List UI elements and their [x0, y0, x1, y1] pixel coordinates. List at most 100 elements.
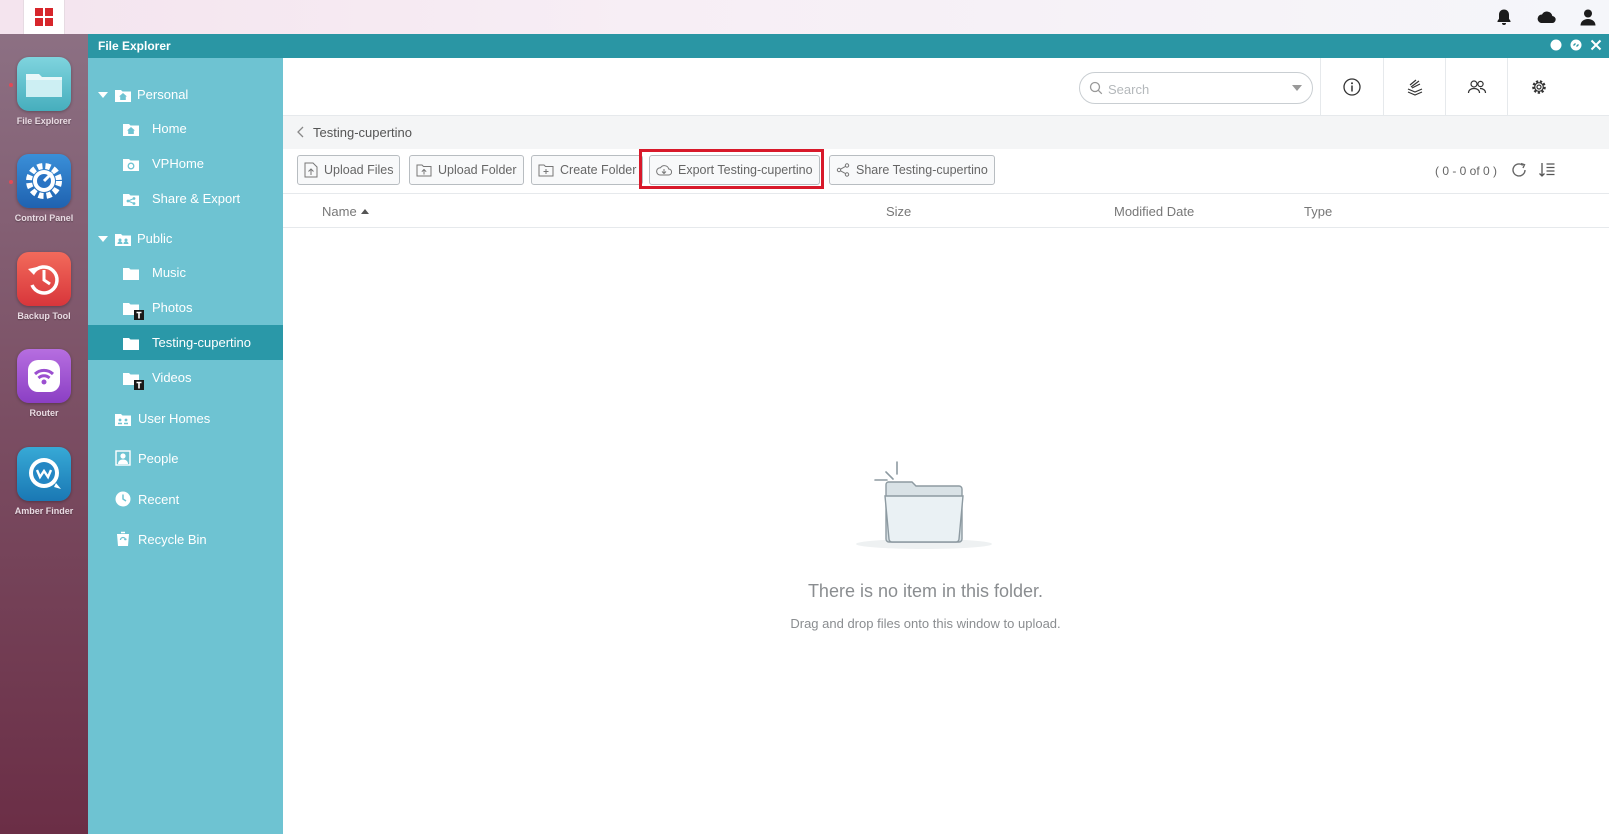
action-toolbar: Upload Files Upload Folder Create Folder… [283, 149, 1609, 194]
caret-down-icon[interactable] [98, 92, 108, 98]
dock-label: Router [29, 408, 59, 418]
sidebar-item-share-export[interactable]: Share & Export [88, 181, 283, 216]
dock-label: Amber Finder [14, 506, 74, 516]
caret-down-icon[interactable] [98, 236, 108, 242]
chevron-down-icon[interactable] [1292, 85, 1302, 91]
window-title: File Explorer [98, 39, 171, 53]
settings-button[interactable] [1507, 58, 1569, 116]
info-icon [1342, 78, 1361, 96]
sort-list-icon [1539, 163, 1555, 177]
tree-label: Personal [137, 87, 189, 102]
tree-label: Testing-cupertino [152, 335, 251, 350]
vp-folder-icon [123, 159, 139, 171]
shared-users-button[interactable] [1445, 58, 1507, 116]
refresh-button[interactable] [1509, 160, 1529, 180]
button-label: Create Folder [560, 163, 637, 177]
folder-icon [123, 268, 139, 280]
team-folder-icon: T [123, 373, 144, 390]
users-icon [1467, 80, 1486, 94]
sidebar-item-people[interactable]: People [88, 441, 283, 476]
window-title-bar[interactable]: File Explorer [88, 34, 1609, 58]
empty-state-subtitle: Drag and drop files onto this window to … [790, 616, 1061, 631]
gear-app-icon [17, 154, 71, 208]
button-label: Upload Folder [438, 163, 517, 177]
content-header [283, 58, 1609, 116]
tree-label: Recycle Bin [138, 532, 207, 547]
dock-item-amber-finder[interactable]: Amber Finder [0, 447, 88, 516]
dock-item-control-panel[interactable]: Control Panel [0, 154, 88, 223]
dock-label: Backup Tool [17, 311, 71, 321]
search-box[interactable] [1079, 72, 1313, 104]
top-bar [0, 0, 1609, 34]
tree-label: Share & Export [152, 191, 241, 206]
search-icon [1089, 81, 1103, 95]
maximize-button[interactable] [1569, 38, 1583, 52]
tree-label: Music [152, 265, 186, 280]
upload-folder-button[interactable]: Upload Folder [409, 155, 524, 185]
sidebar-item-testing-cupertino[interactable]: Testing-cupertino [88, 325, 283, 360]
app-dock: File Explorer Control Panel Backup Tool … [0, 34, 88, 834]
breadcrumb: Testing-cupertino [283, 116, 1609, 149]
close-button[interactable] [1589, 38, 1603, 52]
folder-app-icon [17, 57, 71, 111]
sort-options-button[interactable] [1537, 160, 1557, 180]
folder-tree-sidebar: Personal Home VPHome Share & Export Publ… [88, 58, 283, 834]
share-folder-icon [123, 194, 139, 206]
amber-finder-icon [17, 447, 71, 501]
share-folder-button[interactable]: Share Testing-cupertino [829, 155, 995, 185]
start-menu-button[interactable] [23, 0, 65, 34]
sort-ascending-icon [360, 209, 369, 214]
info-button[interactable] [1320, 58, 1382, 116]
column-label: Name [322, 204, 357, 219]
notification-bell-icon[interactable] [1483, 0, 1525, 34]
tree-label: Home [152, 121, 187, 136]
top-bar-icons [1483, 0, 1609, 34]
refresh-icon [1512, 162, 1526, 177]
sidebar-item-photos[interactable]: T Photos [88, 290, 283, 325]
sidebar-item-music[interactable]: Music [88, 255, 283, 290]
new-folder-icon [538, 164, 554, 177]
item-count: ( 0 - 0 of 0 ) [1435, 164, 1498, 178]
tree-label: Photos [152, 300, 193, 315]
folder-icon [123, 338, 139, 350]
sidebar-item-user-homes[interactable]: User Homes [88, 401, 283, 436]
gear-icon [1531, 80, 1546, 94]
chevron-left-icon[interactable] [297, 126, 305, 138]
tree-group-personal[interactable]: Personal [88, 77, 283, 112]
tree-label: People [138, 451, 179, 466]
sidebar-item-recent[interactable]: Recent [88, 482, 283, 517]
dock-item-file-explorer[interactable]: File Explorer [0, 57, 88, 126]
dock-item-router[interactable]: Router [0, 349, 88, 418]
column-type[interactable]: Type [1304, 204, 1332, 219]
search-input[interactable] [1108, 80, 1288, 98]
backup-clock-icon [17, 252, 71, 306]
sidebar-item-videos[interactable]: T Videos [88, 360, 283, 395]
tasks-button[interactable] [1383, 58, 1445, 116]
column-size[interactable]: Size [886, 204, 911, 219]
sidebar-item-vphome[interactable]: VPHome [88, 146, 283, 181]
dock-label: Control Panel [14, 213, 74, 223]
upload-files-button[interactable]: Upload Files [297, 155, 401, 185]
people-icon [115, 450, 131, 466]
home-folder-icon [115, 90, 131, 102]
sidebar-item-home[interactable]: Home [88, 111, 283, 146]
clock-icon [115, 491, 131, 507]
tree-group-public[interactable]: Public [88, 221, 283, 256]
dock-item-backup-tool[interactable]: Backup Tool [0, 252, 88, 321]
upload-file-icon [304, 162, 318, 178]
breadcrumb-current[interactable]: Testing-cupertino [313, 125, 412, 140]
minimize-button[interactable] [1549, 38, 1563, 52]
empty-folder-illustration [856, 461, 992, 549]
running-indicator [9, 180, 13, 184]
upload-folder-icon [416, 164, 432, 177]
sidebar-item-recycle-bin[interactable]: Recycle Bin [88, 522, 283, 557]
running-indicator [9, 83, 13, 87]
dock-label: File Explorer [16, 116, 72, 126]
tree-label: Videos [152, 370, 192, 385]
column-name[interactable]: Name [322, 204, 369, 219]
column-modified-date[interactable]: Modified Date [1114, 204, 1194, 219]
cloud-icon[interactable] [1525, 0, 1567, 34]
create-folder-button[interactable]: Create Folder [531, 155, 644, 185]
tree-label: User Homes [138, 411, 211, 426]
user-account-icon[interactable] [1567, 0, 1609, 34]
